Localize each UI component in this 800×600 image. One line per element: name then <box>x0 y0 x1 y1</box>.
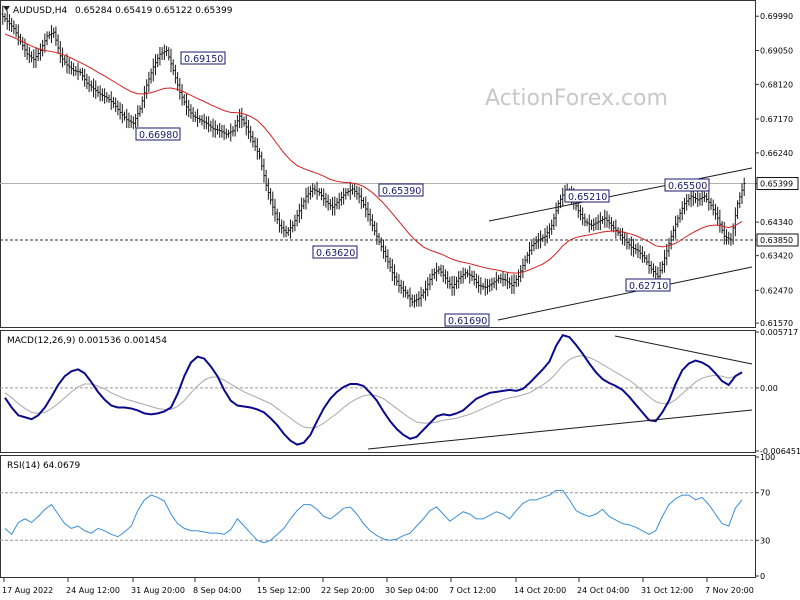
price-annotation-label: 0.62710 <box>629 281 668 292</box>
watermark: ActionForex.com <box>485 86 668 111</box>
price-tick-label: 0.62470 <box>760 286 793 295</box>
time-tick-label: 17 Aug 2022 <box>2 586 53 595</box>
price-tick-label: 0.63850 <box>760 236 793 245</box>
time-x-axis: 17 Aug 2022 24 Aug 12:00 31 Aug 20:00 8 Sep… <box>2 578 754 595</box>
price-annotation-label: 0.66980 <box>139 130 178 141</box>
chart-canvas: AUDUSD,H4 0.65284 0.65419 0.65122 0.6539… <box>0 0 800 595</box>
price-tick-label: 0.65399 <box>760 180 793 189</box>
price-tick-label: 0.66240 <box>760 149 793 158</box>
price-annotation-label: 0.65390 <box>382 186 421 197</box>
price-annotation-label: 0.65500 <box>668 181 707 192</box>
price-annotation-label: 0.61690 <box>448 316 487 327</box>
price-tick-label: 0.67170 <box>760 115 793 124</box>
price-annotation-label: 0.69150 <box>184 54 223 65</box>
time-tick-label: 7 Nov 20:00 <box>705 586 754 595</box>
rsi-panel <box>0 455 756 578</box>
time-tick-label: 15 Sep 12:00 <box>257 586 310 595</box>
price-panel <box>0 0 756 328</box>
price-tick-label: 0.63420 <box>760 252 793 261</box>
macd-title: MACD(12,26,9) 0.001536 0.001454 <box>7 336 167 346</box>
time-tick-label: 30 Sep 04:00 <box>385 586 438 595</box>
macd-tick-label: 0.005717 <box>760 328 798 337</box>
rsi-tick-label: 0 <box>760 572 765 581</box>
price-y-axis: 0.69990 0.69050 0.68120 0.67170 0.66240 0.653… <box>755 12 799 328</box>
time-tick-label: 24 Aug 12:00 <box>66 586 120 595</box>
time-tick-label: 31 Oct 12:00 <box>641 586 693 595</box>
ohlc-values: 0.65284 0.65419 0.65122 0.65399 <box>75 6 233 16</box>
price-tick-label: 0.61570 <box>760 319 793 328</box>
time-tick-label: 14 Oct 20:00 <box>514 586 566 595</box>
rsi-tick-label: 30 <box>760 536 770 545</box>
rsi-title: RSI(14) 64.0679 <box>7 461 80 471</box>
time-tick-label: 22 Sep 20:00 <box>321 586 374 595</box>
price-tick-label: 0.64340 <box>760 218 793 227</box>
time-tick-label: 8 Sep 04:00 <box>193 586 241 595</box>
price-tick-label: 0.68120 <box>760 80 793 89</box>
macd-panel <box>0 330 756 453</box>
time-tick-label: 24 Oct 04:00 <box>577 586 629 595</box>
price-annotation-label: 0.65210 <box>568 192 607 203</box>
price-tick-label: 0.69990 <box>760 12 793 21</box>
time-tick-label: 7 Oct 12:00 <box>449 586 496 595</box>
price-annotation-label: 0.63620 <box>316 248 355 259</box>
rsi-tick-label: 70 <box>760 489 770 498</box>
price-tick-label: 0.69050 <box>760 46 793 55</box>
rsi-tick-label: 100 <box>760 453 775 462</box>
symbol-timeframe: AUDUSD,H4 <box>13 6 68 16</box>
time-tick-label: 31 Aug 20:00 <box>131 586 185 595</box>
macd-tick-label: 0.00 <box>760 384 778 393</box>
